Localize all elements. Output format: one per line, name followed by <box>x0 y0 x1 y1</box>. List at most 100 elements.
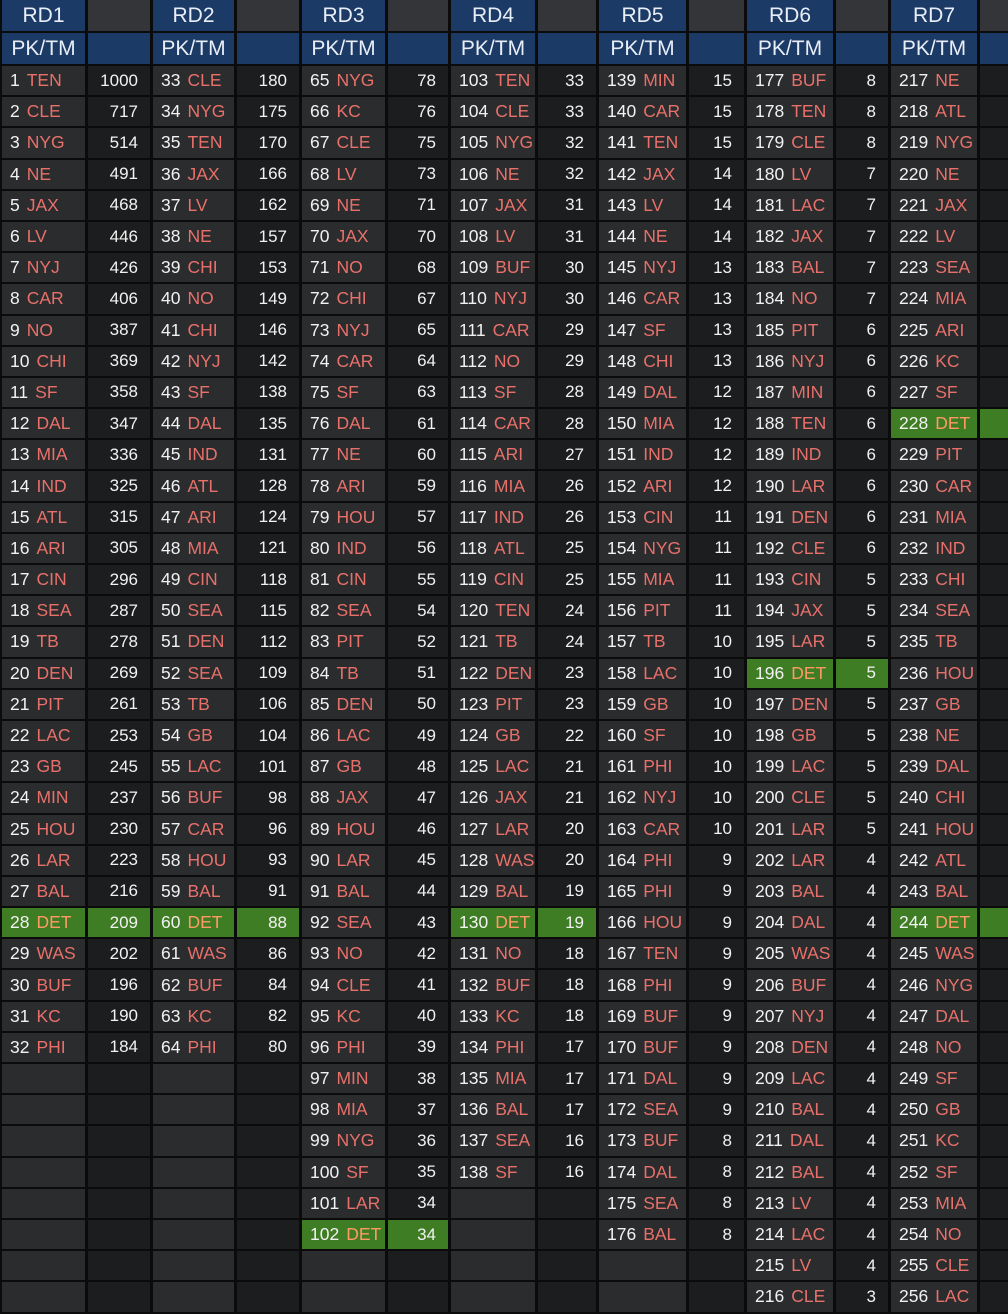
pick-cell: 152 ARI <box>599 471 686 503</box>
pick-number: 227 <box>899 381 929 402</box>
pick-cell: 236 HOU <box>891 658 977 690</box>
pick-value: 12 <box>689 409 744 441</box>
team-abbr: DAL <box>935 1005 970 1026</box>
pick-value: 8 <box>689 1188 744 1220</box>
team-abbr: JAX <box>495 787 528 808</box>
pick-value: 13 <box>689 284 744 316</box>
pick-number: 244 <box>899 912 929 933</box>
pick-value: 4 <box>836 939 888 971</box>
team-abbr: BUF <box>36 974 72 995</box>
team-abbr: BUF <box>643 1005 679 1026</box>
pick-value: 67 <box>388 284 448 316</box>
pick-number: 216 <box>755 1286 785 1307</box>
team-abbr: HOU <box>935 662 975 683</box>
team-abbr: DET <box>36 912 72 933</box>
pick-value: 4 <box>836 908 888 940</box>
team-abbr: LV <box>791 163 812 184</box>
pick-number: 70 <box>310 226 330 247</box>
pick-cell: 138 SF <box>451 1157 535 1189</box>
pick-number: 117 <box>459 506 487 527</box>
pick-cell: 76 DAL <box>302 409 385 441</box>
pick-cell: 107 JAX <box>451 190 535 222</box>
pick-number: 130 <box>459 912 489 933</box>
pick-number: 248 <box>899 1036 929 1057</box>
team-abbr: TEN <box>26 70 62 91</box>
pick-value: 5 <box>836 783 888 815</box>
pick-cell: 194 JAX <box>747 596 833 628</box>
pick-value: 1 <box>980 1282 1008 1314</box>
value-subheader <box>689 33 744 66</box>
pick-cell: 91 BAL <box>302 876 385 909</box>
team-abbr: LAC <box>791 756 826 777</box>
pick-number: 169 <box>607 1005 637 1026</box>
team-abbr: DAL <box>935 756 970 777</box>
empty-value-cell <box>237 1282 299 1314</box>
pick-value: 28 <box>538 409 596 441</box>
empty-value-cell <box>538 1282 596 1314</box>
pick-value: 30 <box>538 284 596 316</box>
team-abbr: TEN <box>791 413 827 434</box>
pick-value: 1 <box>980 783 1008 815</box>
pick-number: 21 <box>10 693 30 714</box>
pick-number: 182 <box>755 226 785 247</box>
team-abbr: TEN <box>643 132 679 153</box>
team-abbr: BUF <box>791 70 827 91</box>
pick-cell: 40 NO <box>153 284 234 316</box>
team-abbr: LAR <box>36 849 71 870</box>
pick-cell: 212 BAL <box>747 1157 833 1189</box>
pick-cell: 176 BAL <box>599 1219 686 1252</box>
pick-cell: 181 LAC <box>747 190 833 222</box>
pick-cell: 114 CAR <box>451 409 535 441</box>
pick-value: 4 <box>836 970 888 1002</box>
pick-number: 148 <box>607 350 637 371</box>
pick-cell: 185 PIT <box>747 315 833 347</box>
empty-value-cell <box>237 1095 299 1127</box>
pick-value: 230 <box>88 814 150 846</box>
pick-number: 95 <box>310 1005 330 1026</box>
round-header-rd3: RD3 <box>302 0 385 33</box>
pick-value: 5 <box>836 689 888 721</box>
pick-number: 198 <box>755 725 785 746</box>
pick-value: 52 <box>388 627 448 659</box>
team-abbr: CLE <box>26 101 61 122</box>
pick-cell: 241 HOU <box>891 814 977 846</box>
pick-number: 189 <box>755 444 785 465</box>
pick-value: 387 <box>88 315 150 347</box>
team-abbr: BAL <box>791 257 825 278</box>
pick-number: 108 <box>459 226 489 247</box>
pick-number: 145 <box>607 257 637 278</box>
pick-value: 35 <box>388 1157 448 1189</box>
pick-number: 42 <box>161 350 181 371</box>
pick-cell: 50 SEA <box>153 596 234 628</box>
empty-pick-cell <box>302 1282 385 1314</box>
pick-value: 86 <box>237 939 299 971</box>
pick-number: 91 <box>310 880 330 901</box>
team-abbr: DEN <box>791 1036 829 1057</box>
pick-cell: 251 KC <box>891 1126 977 1158</box>
pick-value: 54 <box>388 596 448 628</box>
round-header-value-spacer <box>689 0 744 33</box>
pick-cell: 228 DET <box>891 409 977 441</box>
pick-cell: 221 JAX <box>891 190 977 222</box>
pick-cell: 32 PHI <box>2 1032 85 1064</box>
pick-number: 90 <box>310 849 330 870</box>
pick-value: 253 <box>88 720 150 753</box>
pick-value: 237 <box>88 783 150 815</box>
team-abbr: DET <box>495 912 531 933</box>
pick-value: 7 <box>836 253 888 285</box>
pick-number: 2 <box>10 101 20 122</box>
pick-cell: 71 NO <box>302 253 385 285</box>
pick-value: 5 <box>836 658 888 690</box>
pick-value: 269 <box>88 658 150 690</box>
pick-number: 220 <box>899 163 929 184</box>
team-abbr: TEN <box>643 943 679 964</box>
pick-value: 70 <box>388 221 448 254</box>
pick-number: 35 <box>161 132 181 153</box>
pick-value: 30 <box>538 253 596 285</box>
team-abbr: SF <box>35 381 58 402</box>
team-abbr: NO <box>187 288 214 309</box>
pick-number: 49 <box>161 569 181 590</box>
pick-cell: 112 NO <box>451 346 535 378</box>
pick-cell: 223 SEA <box>891 253 977 285</box>
pick-cell: 45 IND <box>153 440 234 472</box>
